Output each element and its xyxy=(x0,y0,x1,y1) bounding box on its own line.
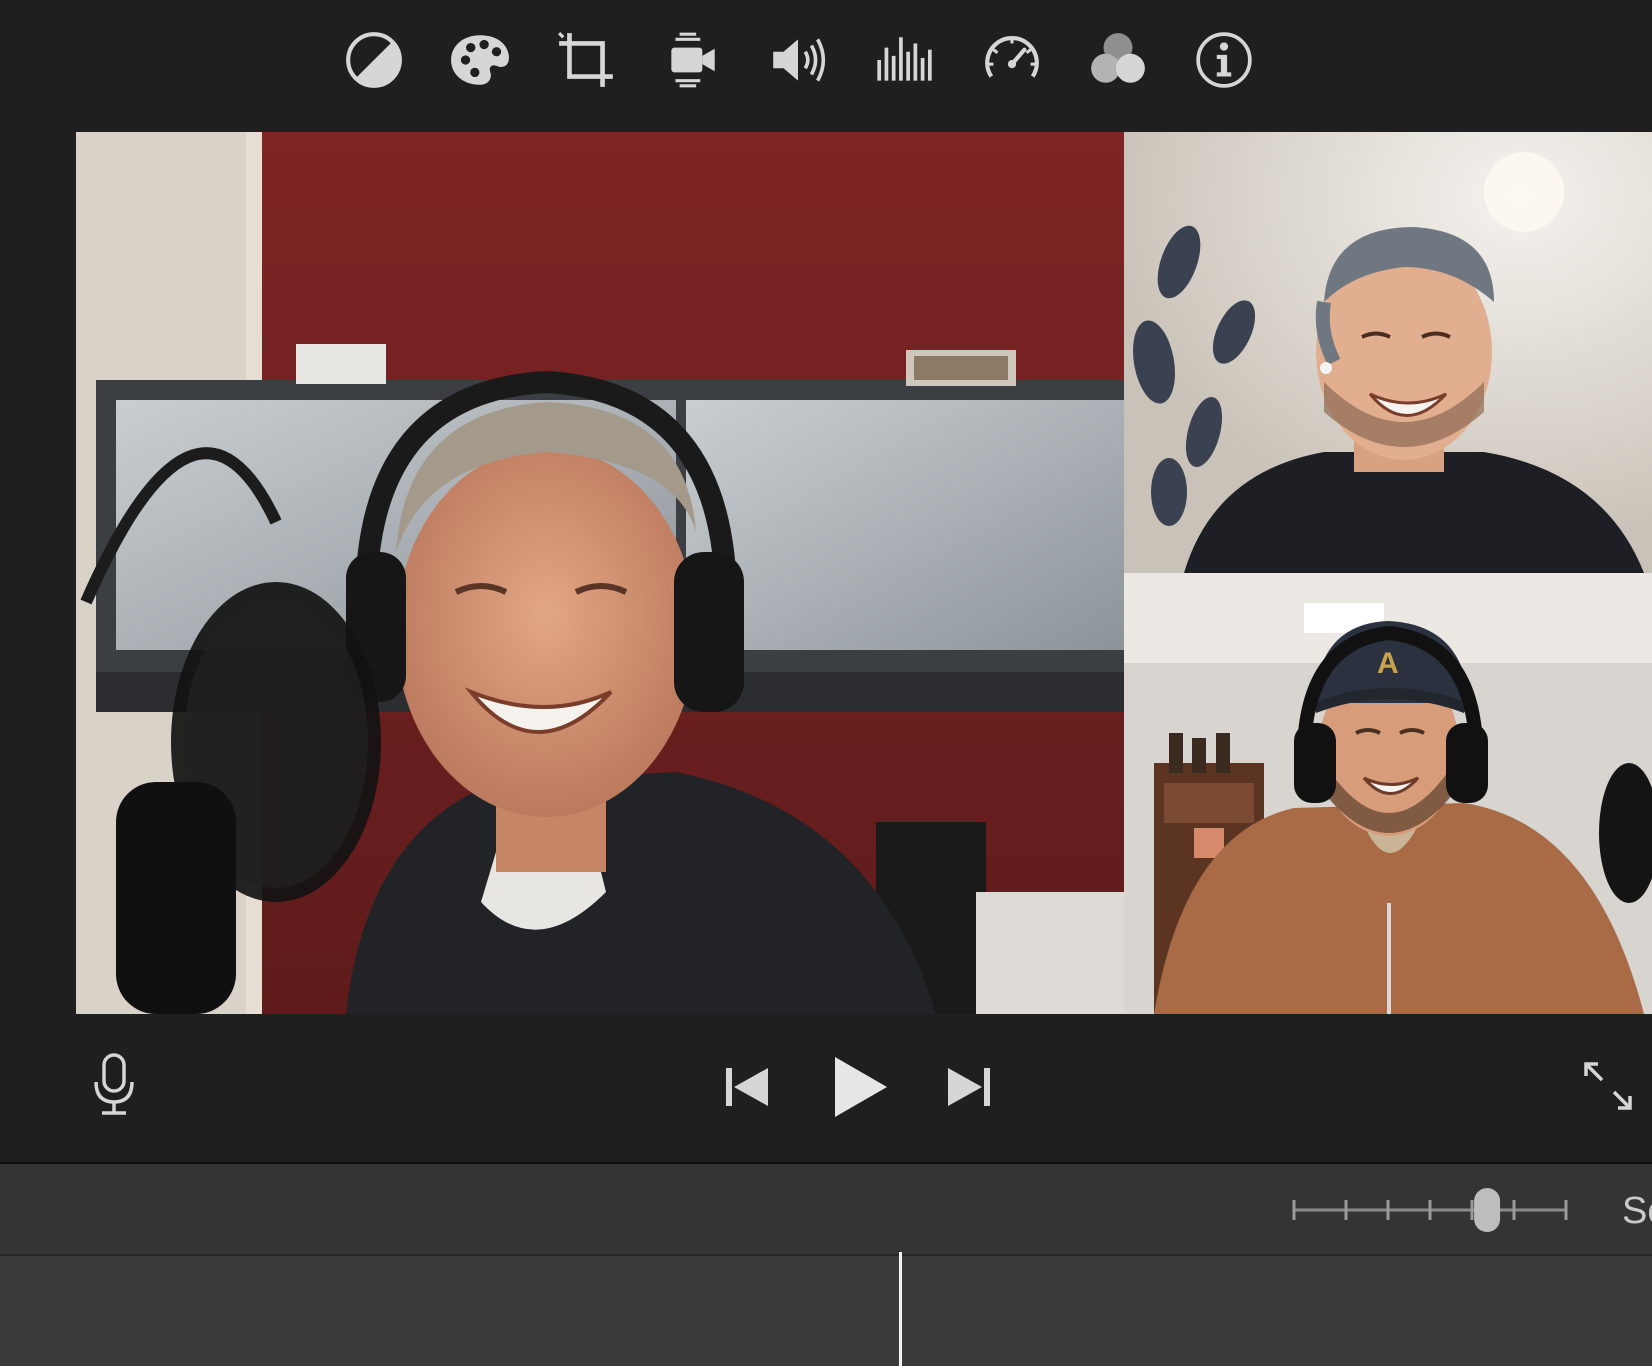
expand-icon xyxy=(1584,1062,1632,1110)
playhead[interactable] xyxy=(899,1252,902,1366)
video-tile-guest-bottom: A xyxy=(1124,573,1652,1014)
settings-button[interactable]: Se xyxy=(1622,1189,1652,1233)
color-correction-button[interactable] xyxy=(446,26,514,94)
svg-text:A: A xyxy=(1377,647,1399,680)
skip-back-icon xyxy=(726,1068,768,1106)
clip-filter-button[interactable] xyxy=(1084,26,1152,94)
crop-button[interactable] xyxy=(552,26,620,94)
timeline-area[interactable] xyxy=(0,1256,1652,1366)
stabilization-icon xyxy=(671,32,715,88)
stabilization-button[interactable] xyxy=(658,26,726,94)
zoom-slider-track xyxy=(1292,1188,1568,1232)
adjustments-toolbar xyxy=(0,0,1652,126)
play-icon xyxy=(835,1057,887,1117)
imovie-window: A S xyxy=(0,0,1652,1366)
volume-icon xyxy=(773,38,826,82)
video-tile-guest-top xyxy=(1124,132,1652,573)
fullscreen-button[interactable] xyxy=(1580,1058,1636,1114)
speed-icon xyxy=(985,35,1039,78)
previous-button[interactable] xyxy=(722,1062,772,1112)
play-button[interactable] xyxy=(826,1052,892,1122)
voiceover-button[interactable] xyxy=(88,1052,140,1118)
video-viewer: A xyxy=(76,132,1652,1014)
volume-button[interactable] xyxy=(764,26,832,94)
zoom-slider-knob[interactable] xyxy=(1474,1188,1501,1232)
speed-button[interactable] xyxy=(978,26,1046,94)
clip-info-icon xyxy=(1196,32,1252,88)
crop-icon xyxy=(558,32,613,87)
noise-reduction-equalizer-icon xyxy=(877,37,932,81)
microphone-icon xyxy=(94,1053,134,1115)
noise-reduction-button[interactable] xyxy=(870,26,938,94)
clip-info-button[interactable] xyxy=(1190,26,1258,94)
color-balance-button[interactable] xyxy=(340,26,408,94)
playback-bar xyxy=(0,1014,1652,1162)
color-correction-icon xyxy=(451,35,509,85)
clip-filter-icon xyxy=(1091,33,1145,83)
color-balance-icon xyxy=(346,32,402,88)
video-tile-host xyxy=(76,132,1124,1014)
timeline-zoom-slider[interactable] xyxy=(1290,1186,1570,1234)
skip-forward-icon xyxy=(948,1068,990,1106)
next-button[interactable] xyxy=(944,1062,994,1112)
